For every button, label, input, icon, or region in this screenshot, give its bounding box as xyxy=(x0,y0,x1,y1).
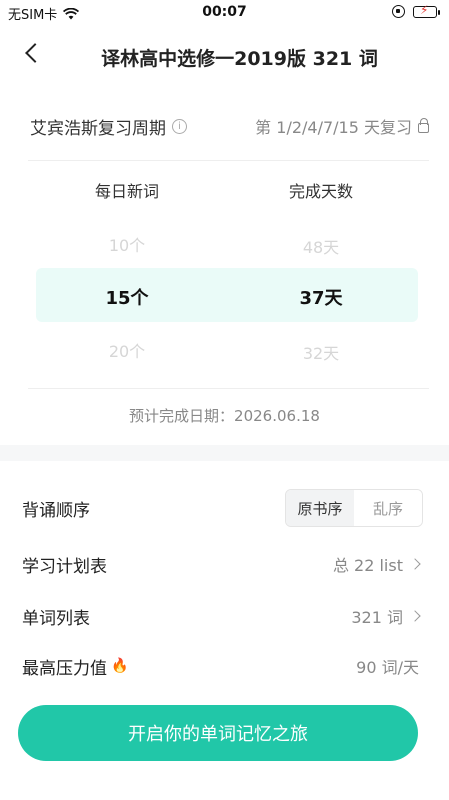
word-list-row[interactable]: 单词列表 321 词 xyxy=(22,596,421,636)
completion-days-header: 完成天数 xyxy=(288,182,353,201)
study-plan-label: 学习计划表 xyxy=(22,556,107,577)
recite-order-label: 背诵顺序 xyxy=(22,500,90,521)
study-plan-row[interactable]: 学习计划表 总 22 list xyxy=(22,544,421,584)
nav-bar: 译林高中选修一2019版 321 词 xyxy=(0,30,449,86)
fire-icon: 🔥 xyxy=(111,658,129,674)
study-plan-count: 总 22 list xyxy=(332,556,403,575)
word-list-value: 321 词 xyxy=(351,604,421,628)
word-list-count: 321 词 xyxy=(351,608,403,627)
chevron-right-icon xyxy=(409,610,421,622)
order-option-original[interactable]: 原书序 xyxy=(286,490,354,526)
review-cycle-label: 艾宾浩斯复习周期 xyxy=(30,118,166,139)
orientation-lock-icon xyxy=(392,5,405,18)
daily-option-next[interactable]: 20个 xyxy=(52,338,202,362)
review-cycle-text: 第 1/2/4/7/15 天复习 xyxy=(255,118,412,137)
max-pressure-label-group: 最高压力值 🔥 xyxy=(22,654,128,679)
word-list-label: 单词列表 xyxy=(22,608,90,629)
recite-order-row: 背诵顺序 原书序 乱序 xyxy=(22,488,423,528)
days-option-next[interactable]: 32天 xyxy=(246,340,396,364)
status-right: ⚡ xyxy=(392,4,440,18)
daily-option-selected[interactable]: 15个 xyxy=(52,284,202,310)
divider xyxy=(28,160,429,161)
battery-charging-icon: ⚡ xyxy=(413,4,440,18)
estimated-completion-date: 预计完成日期：2026.06.18 xyxy=(129,407,320,425)
page-title: 译林高中选修一2019版 321 词 xyxy=(101,48,378,70)
status-time: 00:07 xyxy=(202,4,247,20)
recite-order-toggle: 原书序 乱序 xyxy=(285,489,423,527)
daily-new-words-header: 每日新词 xyxy=(94,182,159,201)
start-journey-button[interactable]: 开启你的单词记忆之旅 xyxy=(18,705,418,761)
info-icon[interactable]: i xyxy=(172,118,187,134)
review-cycle-value: 第 1/2/4/7/15 天复习 xyxy=(255,114,429,138)
days-option-prev[interactable]: 48天 xyxy=(246,234,396,258)
days-option-selected[interactable]: 37天 xyxy=(246,284,396,310)
section-separator xyxy=(0,445,449,461)
status-bar: 无SIM卡 00:07 ⚡ xyxy=(0,0,449,26)
max-pressure-label: 最高压力值 xyxy=(22,658,107,679)
study-plan-value: 总 22 list xyxy=(332,552,421,576)
daily-option-prev[interactable]: 10个 xyxy=(52,232,202,256)
chevron-right-icon xyxy=(409,558,421,570)
max-pressure-value: 90 词/天 xyxy=(356,658,419,677)
review-cycle-row: 艾宾浩斯复习周期 i 第 1/2/4/7/15 天复习 xyxy=(30,108,429,144)
lock-icon xyxy=(418,118,429,133)
max-pressure-row: 最高压力值 🔥 90 词/天 xyxy=(22,646,419,686)
order-option-random[interactable]: 乱序 xyxy=(354,490,422,526)
back-button[interactable] xyxy=(20,40,50,70)
divider xyxy=(28,388,429,389)
